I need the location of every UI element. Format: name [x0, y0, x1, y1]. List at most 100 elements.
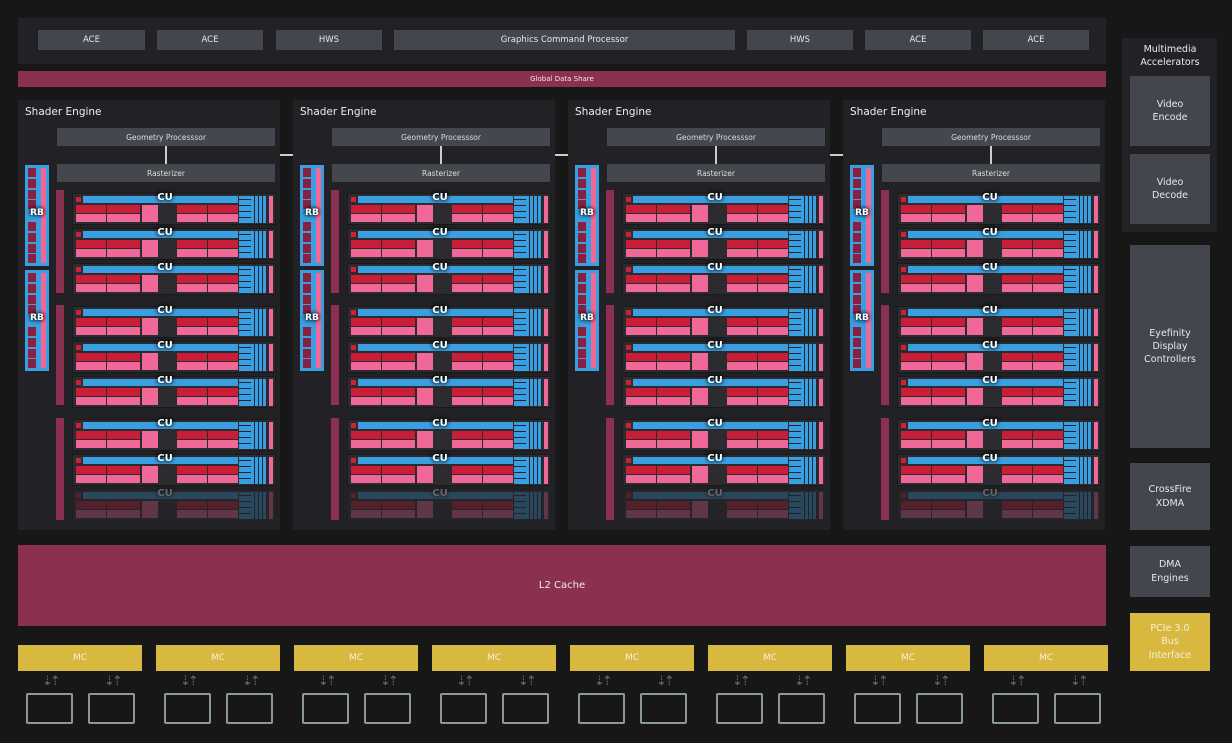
vector-register [932, 475, 965, 483]
simd-unit [1002, 431, 1032, 439]
vector-register [107, 362, 140, 370]
simd-unit [107, 431, 140, 439]
cu-group-bar [331, 418, 339, 520]
simd-unit [626, 388, 656, 396]
vector-register [107, 397, 140, 405]
local-data-share [692, 205, 708, 222]
shader-engine-title: Shader Engine [850, 106, 927, 118]
cache-grid-rows [1064, 379, 1076, 406]
cu-label: CU [157, 488, 173, 499]
shader-engine: Shader Engine Geometry Processsor Rasteriz… [843, 100, 1105, 530]
render-backend: RB [300, 165, 324, 266]
memory-chip [716, 693, 763, 724]
rb-label: RB [305, 208, 319, 218]
cu-group-bar [331, 190, 339, 293]
shader-engine: Shader Engine Geometry Processsor Rasteriz… [293, 100, 555, 530]
compute-unit: CU [347, 192, 551, 225]
simd-unit [626, 318, 656, 326]
rb-cache-cell [303, 189, 311, 199]
rb-cache-cell [28, 254, 36, 264]
cu-label: CU [432, 340, 448, 351]
local-data-share [142, 466, 158, 483]
command-block-graphics-command-processor: Graphics Command Processor [394, 30, 735, 50]
cu-group-bar [881, 418, 889, 520]
rb-cache-cell [853, 222, 861, 231]
vector-register [177, 510, 207, 518]
vector-register [483, 214, 513, 222]
cu-label: CU [707, 262, 723, 273]
vector-register [177, 249, 207, 257]
cu-label: CU [432, 192, 448, 203]
cache-grid-rows [514, 196, 526, 223]
local-data-share [967, 240, 983, 257]
rb-label: RB [580, 208, 594, 218]
memory-controller: MC [846, 645, 970, 671]
cu-label: CU [157, 453, 173, 464]
simd-unit [657, 431, 690, 439]
texture-strip [1094, 196, 1098, 223]
simd-unit [1002, 466, 1032, 474]
vector-register [483, 284, 513, 292]
shader-engine: Shader Engine Geometry Processsor Rasteriz… [18, 100, 280, 530]
simd-unit [657, 501, 690, 509]
vector-register [901, 362, 931, 370]
scalar-unit [351, 232, 356, 237]
vector-register [452, 397, 482, 405]
simd-unit [758, 205, 788, 213]
rb-cache-cell [303, 294, 311, 304]
memory-chip [502, 693, 549, 724]
compute-unit: CU [897, 305, 1101, 338]
shader-engine-title: Shader Engine [25, 106, 102, 118]
bidirectional-arrow-icon: ⇣⇡ [732, 674, 751, 689]
vector-register [727, 397, 757, 405]
cu-label: CU [157, 375, 173, 386]
vector-register [1002, 475, 1032, 483]
rb-cache-cell [303, 222, 311, 231]
cache-grid-rows [514, 457, 526, 484]
scalar-unit [626, 197, 631, 202]
texture-strip [1094, 379, 1098, 406]
vector-register [758, 249, 788, 257]
vector-register [76, 397, 106, 405]
cu-label: CU [157, 192, 173, 203]
simd-unit [1033, 240, 1063, 248]
simd-unit [452, 501, 482, 509]
render-backend: RB [25, 165, 49, 266]
simd-unit [758, 466, 788, 474]
texture-strip [819, 196, 823, 223]
rb-cache-cell [303, 243, 311, 253]
simd-unit [452, 431, 482, 439]
rb-label: RB [30, 313, 44, 323]
cache-grid-rows [1064, 231, 1076, 258]
simd-unit [932, 501, 965, 509]
vector-register [758, 362, 788, 370]
render-backend: RB [850, 270, 874, 371]
vector-register [758, 214, 788, 222]
local-data-share [692, 275, 708, 292]
vector-register [452, 362, 482, 370]
rb-cache-cell [28, 222, 36, 231]
simd-unit [107, 501, 140, 509]
vector-register [351, 475, 381, 483]
simd-unit [932, 318, 965, 326]
memory-chip [364, 693, 411, 724]
vector-register [382, 440, 415, 448]
cu-label: CU [982, 227, 998, 238]
scalar-unit [901, 310, 906, 315]
vector-register [483, 397, 513, 405]
local-data-share [692, 466, 708, 483]
simd-unit [107, 240, 140, 248]
vector-register [657, 249, 690, 257]
compute-unit: CU [622, 262, 826, 295]
simd-unit [208, 275, 238, 283]
vector-register [657, 475, 690, 483]
cache-grid-rows [514, 231, 526, 258]
local-data-share [142, 240, 158, 257]
vector-register [208, 327, 238, 335]
shader-engine-title: Shader Engine [300, 106, 377, 118]
texture-strip [1094, 344, 1098, 371]
compute-unit: CU [897, 418, 1101, 451]
compute-unit: CU [622, 192, 826, 225]
texture-strip [269, 457, 273, 484]
memory-controller: MC [294, 645, 418, 671]
